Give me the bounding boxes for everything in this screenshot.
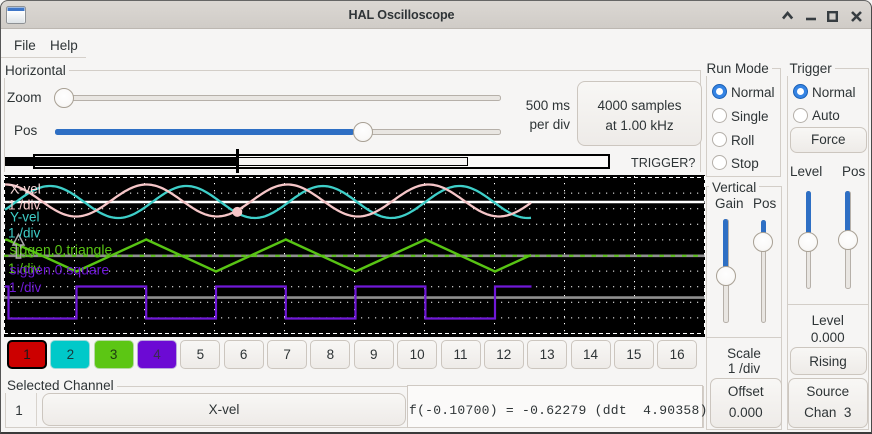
svg-text:Y-vel: Y-vel: [10, 210, 40, 225]
svg-text:1 /div: 1 /div: [8, 226, 41, 241]
svg-text:siggen.0.triangle: siggen.0.triangle: [10, 242, 113, 258]
svg-text:1 /div: 1 /div: [9, 280, 42, 295]
svg-text:siggen.0.square: siggen.0.square: [10, 262, 110, 278]
svg-text:X-vel: X-vel: [10, 182, 41, 197]
